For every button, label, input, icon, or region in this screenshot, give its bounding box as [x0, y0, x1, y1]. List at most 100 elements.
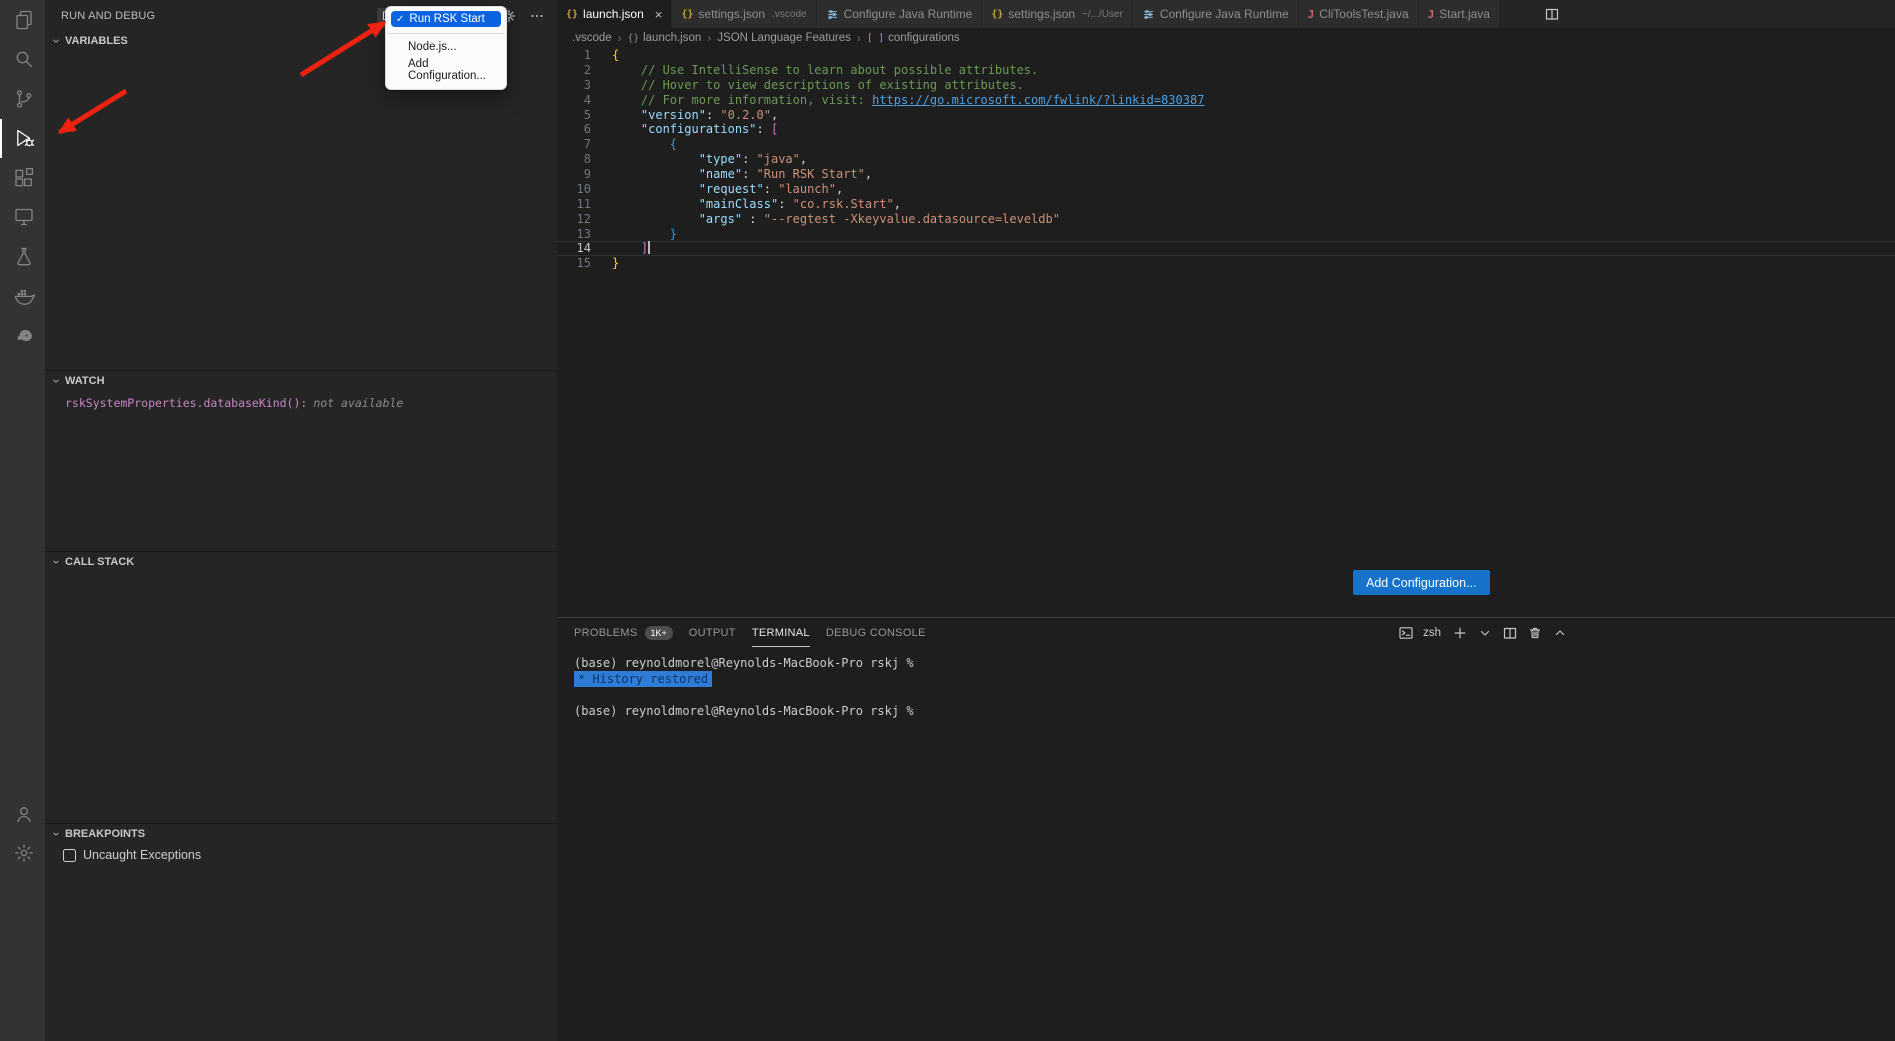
breakpoint-label: Uncaught Exceptions: [83, 848, 201, 862]
kill-terminal-icon[interactable]: [1527, 625, 1543, 641]
menu-item-node-js[interactable]: Node.js...: [386, 38, 506, 55]
debug-config-dropdown-menu: ✓ Run RSK Start Node.js...Add Configurat…: [385, 6, 507, 90]
code-line: 11 "mainClass": "co.rsk.Start",: [557, 197, 1895, 212]
tab-detail: .vscode: [772, 9, 806, 20]
breadcrumb-item[interactable]: configurations: [888, 32, 960, 44]
line-number: 8: [557, 152, 591, 167]
more-actions-icon[interactable]: [529, 8, 545, 24]
sidebar-title: RUN AND DEBUG: [61, 10, 155, 22]
editor-tab-configure-java-runtime[interactable]: Configure Java Runtime: [817, 0, 983, 28]
menu-item-run-rsk-start[interactable]: ✓ Run RSK Start: [391, 11, 501, 27]
line-number: 14: [557, 241, 591, 256]
code-line: 12 "args" : "--regtest -Xkeyvalue.dataso…: [557, 212, 1895, 227]
editor-tab-start-java[interactable]: JStart.java: [1419, 0, 1500, 28]
line-number: 2: [557, 63, 591, 78]
activity-bar-item-explorer[interactable]: [0, 0, 45, 40]
chevron-down-icon: [51, 829, 61, 839]
editor-tab-launch-json[interactable]: {} launch.json ×: [557, 0, 672, 28]
panel-tabs: PROBLEMS1K+ OUTPUT TERMINAL DEBUG CONSOLE: [557, 618, 1895, 647]
tab-label: Configure Java Runtime: [1160, 7, 1289, 21]
activity-bar-item-remote-explorer[interactable]: [0, 198, 45, 238]
menu-item-add-configuration[interactable]: Add Configuration...: [386, 55, 506, 84]
watch-expression-row[interactable]: rskSystemProperties.databaseKind():not a…: [45, 390, 557, 410]
tab-detail: ~/.../User: [1082, 9, 1123, 20]
vscode-window: RUN AND DEBUG VARIABLES WATCH rskSystemP…: [0, 0, 1895, 1041]
activity-bar-item-search[interactable]: [0, 40, 45, 80]
section-header-breakpoints[interactable]: BREAKPOINTS: [45, 823, 557, 843]
code-text: "configurations": [: [591, 122, 778, 137]
panel-actions: zsh: [1398, 618, 1568, 647]
breadcrumb-separator: ›: [857, 31, 861, 45]
breadcrumb-item[interactable]: launch.json: [643, 32, 701, 44]
editor-tab-configure-java-runtime[interactable]: Configure Java Runtime: [1133, 0, 1299, 28]
code-text: }: [591, 227, 677, 242]
line-number: 5: [557, 108, 591, 123]
line-number: 9: [557, 167, 591, 182]
remote-explorer-icon: [12, 205, 36, 229]
json-file-icon: {}: [566, 9, 578, 20]
activity-bar-item-source-control[interactable]: [0, 79, 45, 119]
minimap[interactable]: [1490, 48, 1570, 93]
tab-label: launch.json: [583, 7, 644, 21]
code-text: ]: [591, 241, 650, 256]
tab-label: settings.json: [1008, 7, 1075, 21]
checkmark-icon: ✓: [396, 14, 404, 25]
editor-tab-clitoolstest-java[interactable]: JCliToolsTest.java: [1299, 0, 1419, 28]
json-file-icon: {}: [681, 9, 693, 20]
breadcrumb-separator: ›: [707, 31, 711, 45]
code-editor[interactable]: 1{2 // Use IntelliSense to learn about p…: [557, 48, 1895, 271]
new-terminal-icon[interactable]: [1452, 625, 1468, 641]
section-header-watch[interactable]: WATCH: [45, 370, 557, 390]
accounts-icon: [12, 802, 36, 826]
checkbox-unchecked[interactable]: [63, 849, 76, 862]
close-icon[interactable]: ×: [655, 8, 663, 21]
code-text: // For more information, visit: https://…: [591, 93, 1204, 108]
terminal-profiles-chevron-icon[interactable]: [1477, 625, 1493, 641]
activity-bar-item-extensions[interactable]: [0, 158, 45, 198]
line-number: 12: [557, 212, 591, 227]
activity-bar-item-run-and-debug[interactable]: [0, 119, 45, 159]
code-line: 13 }: [557, 227, 1895, 242]
panel-tab-debug-console[interactable]: DEBUG CONSOLE: [826, 618, 926, 647]
chevron-down-icon: [51, 36, 61, 46]
activity-bar-item-manage[interactable]: [0, 834, 45, 874]
panel-tab-terminal[interactable]: TERMINAL: [752, 618, 810, 647]
menu-separator: [387, 33, 505, 34]
shell-label[interactable]: zsh: [1423, 627, 1441, 639]
activity-bar-item-testing[interactable]: [0, 237, 45, 277]
line-number: 3: [557, 78, 591, 93]
panel-tab-problems[interactable]: PROBLEMS1K+: [574, 618, 673, 647]
breadcrumb-item[interactable]: .vscode: [572, 32, 612, 44]
code-line: 15}: [557, 256, 1895, 271]
terminal-output[interactable]: (base) reynoldmorel@Reynolds-MacBook-Pro…: [557, 647, 1895, 719]
editor-tab-settings-json[interactable]: {}settings.json.vscode: [672, 0, 816, 28]
maximize-panel-icon[interactable]: [1552, 625, 1568, 641]
tab-label: Configure Java Runtime: [844, 7, 973, 21]
code-line: 14 ]: [557, 241, 1895, 256]
section-label-variables: VARIABLES: [65, 35, 128, 47]
activity-bar-item-docker[interactable]: [0, 277, 45, 317]
code-text: // Hover to view descriptions of existin…: [591, 78, 1024, 93]
activity-bar-item-accounts[interactable]: [0, 794, 45, 834]
code-text: "request": "launch",: [591, 182, 843, 197]
add-configuration-button[interactable]: Add Configuration...: [1353, 570, 1490, 595]
editor-tab-settings-json[interactable]: {}settings.json~/.../User: [982, 0, 1133, 28]
code-line: 6 "configurations": [: [557, 122, 1895, 137]
code-text: "version": "0.2.0",: [591, 108, 778, 123]
section-header-call-stack[interactable]: CALL STACK: [45, 551, 557, 571]
split-terminal-icon[interactable]: [1502, 625, 1518, 641]
code-line: 7 {: [557, 137, 1895, 152]
breadcrumb: .vscode›{}launch.json›JSON Language Feat…: [557, 28, 1895, 48]
split-editor-icon[interactable]: [1544, 6, 1560, 22]
breakpoint-row[interactable]: Uncaught Exceptions: [45, 843, 557, 862]
breadcrumb-item[interactable]: JSON Language Features: [717, 32, 851, 44]
code-line: 8 "type": "java",: [557, 152, 1895, 167]
activity-bar-item-gradle[interactable]: [0, 316, 45, 356]
badge: 1K+: [645, 626, 673, 640]
menu-items: Node.js...Add Configuration...: [386, 38, 506, 84]
editor-tabs: {}launch.json×{}settings.json.vscodeConf…: [557, 0, 1500, 28]
text-cursor: [648, 241, 650, 254]
panel-tab-output[interactable]: OUTPUT: [689, 618, 736, 647]
code-line: 10 "request": "launch",: [557, 182, 1895, 197]
breadcrumb-separator: ›: [618, 31, 622, 45]
